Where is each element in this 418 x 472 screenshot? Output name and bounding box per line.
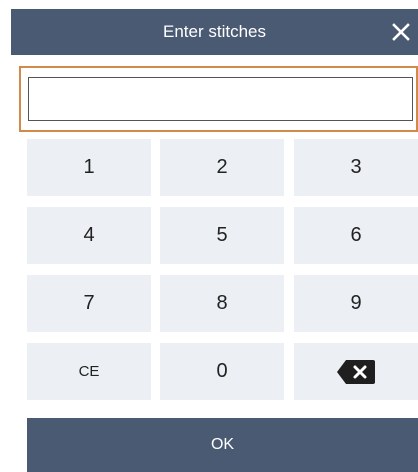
stitches-input[interactable]	[28, 77, 413, 121]
key-3-label: 3	[350, 156, 362, 178]
key-4[interactable]: 4	[27, 207, 151, 264]
input-focus-frame	[19, 66, 418, 132]
key-9-label: 9	[350, 292, 362, 314]
ok-label: OK	[210, 436, 235, 453]
backspace-icon	[337, 359, 375, 384]
key-7-label: 7	[83, 292, 95, 314]
backspace-button[interactable]	[294, 343, 418, 400]
key-6[interactable]: 6	[294, 207, 418, 264]
key-2-label: 2	[216, 156, 228, 178]
clear-entry-label: CE	[78, 363, 100, 380]
key-7[interactable]: 7	[27, 275, 151, 332]
key-5-label: 5	[216, 224, 228, 246]
key-0[interactable]: 0	[160, 343, 284, 400]
key-4-label: 4	[83, 224, 95, 246]
close-icon	[392, 23, 410, 41]
key-8-label: 8	[216, 292, 228, 314]
close-button[interactable]	[384, 9, 418, 55]
clear-entry-button[interactable]: CE	[27, 343, 151, 400]
key-6-label: 6	[350, 224, 362, 246]
ok-button[interactable]: OK	[27, 418, 418, 472]
key-5[interactable]: 5	[160, 207, 284, 264]
key-3[interactable]: 3	[294, 139, 418, 196]
dialog-title: Enter stitches	[163, 22, 266, 41]
key-8[interactable]: 8	[160, 275, 284, 332]
key-2[interactable]: 2	[160, 139, 284, 196]
key-0-label: 0	[216, 360, 228, 382]
key-1-label: 1	[83, 156, 95, 178]
key-1[interactable]: 1	[27, 139, 151, 196]
dialog-header: Enter stitches	[11, 9, 418, 55]
key-9[interactable]: 9	[294, 275, 418, 332]
